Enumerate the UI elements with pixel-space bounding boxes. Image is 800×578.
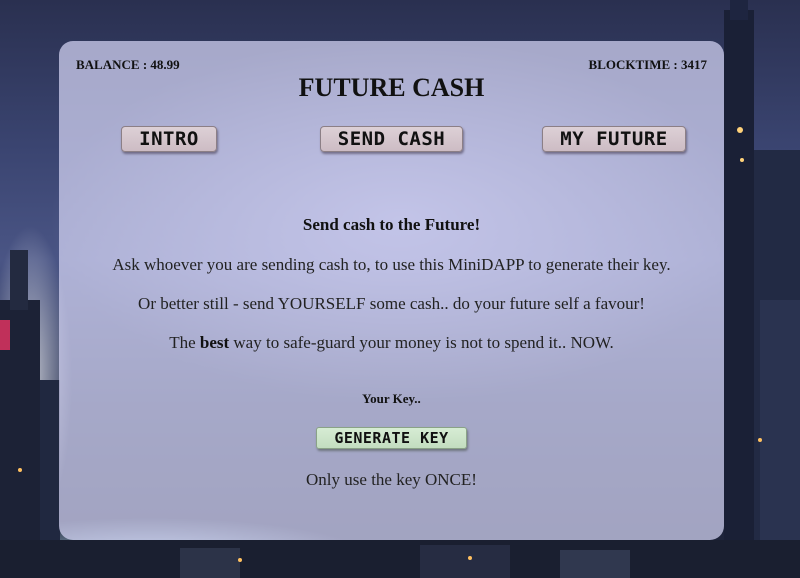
intro-button[interactable]: INTRO	[121, 126, 217, 152]
generate-key-button[interactable]: GENERATE KEY	[316, 427, 467, 449]
suggestion-text: Or better still - send YOURSELF some cas…	[138, 294, 645, 313]
key-warning-text: Only use the key ONCE!	[306, 470, 477, 489]
advice-text-start: The	[169, 333, 200, 352]
main-panel: BALANCE : 48.99 BLOCKTIME : 3417 FUTURE …	[59, 41, 724, 540]
advice-text-end: way to safe-guard your money is not to s…	[229, 333, 614, 352]
key-label: Your Key..	[362, 391, 421, 406]
instruction-text: Ask whoever you are sending cash to, to …	[112, 255, 671, 274]
blocktime-display: BLOCKTIME : 3417	[588, 57, 707, 72]
advice-text: The best way to safe-guard your money is…	[59, 333, 724, 353]
advice-text-emphasis: best	[199, 333, 230, 352]
my-future-button[interactable]: MY FUTURE	[542, 126, 686, 152]
page-title: FUTURE CASH	[298, 73, 485, 102]
section-heading: Send cash to the Future!	[302, 215, 481, 234]
send-cash-button[interactable]: SEND CASH	[320, 126, 463, 152]
balance-display: BALANCE : 48.99	[76, 57, 180, 72]
